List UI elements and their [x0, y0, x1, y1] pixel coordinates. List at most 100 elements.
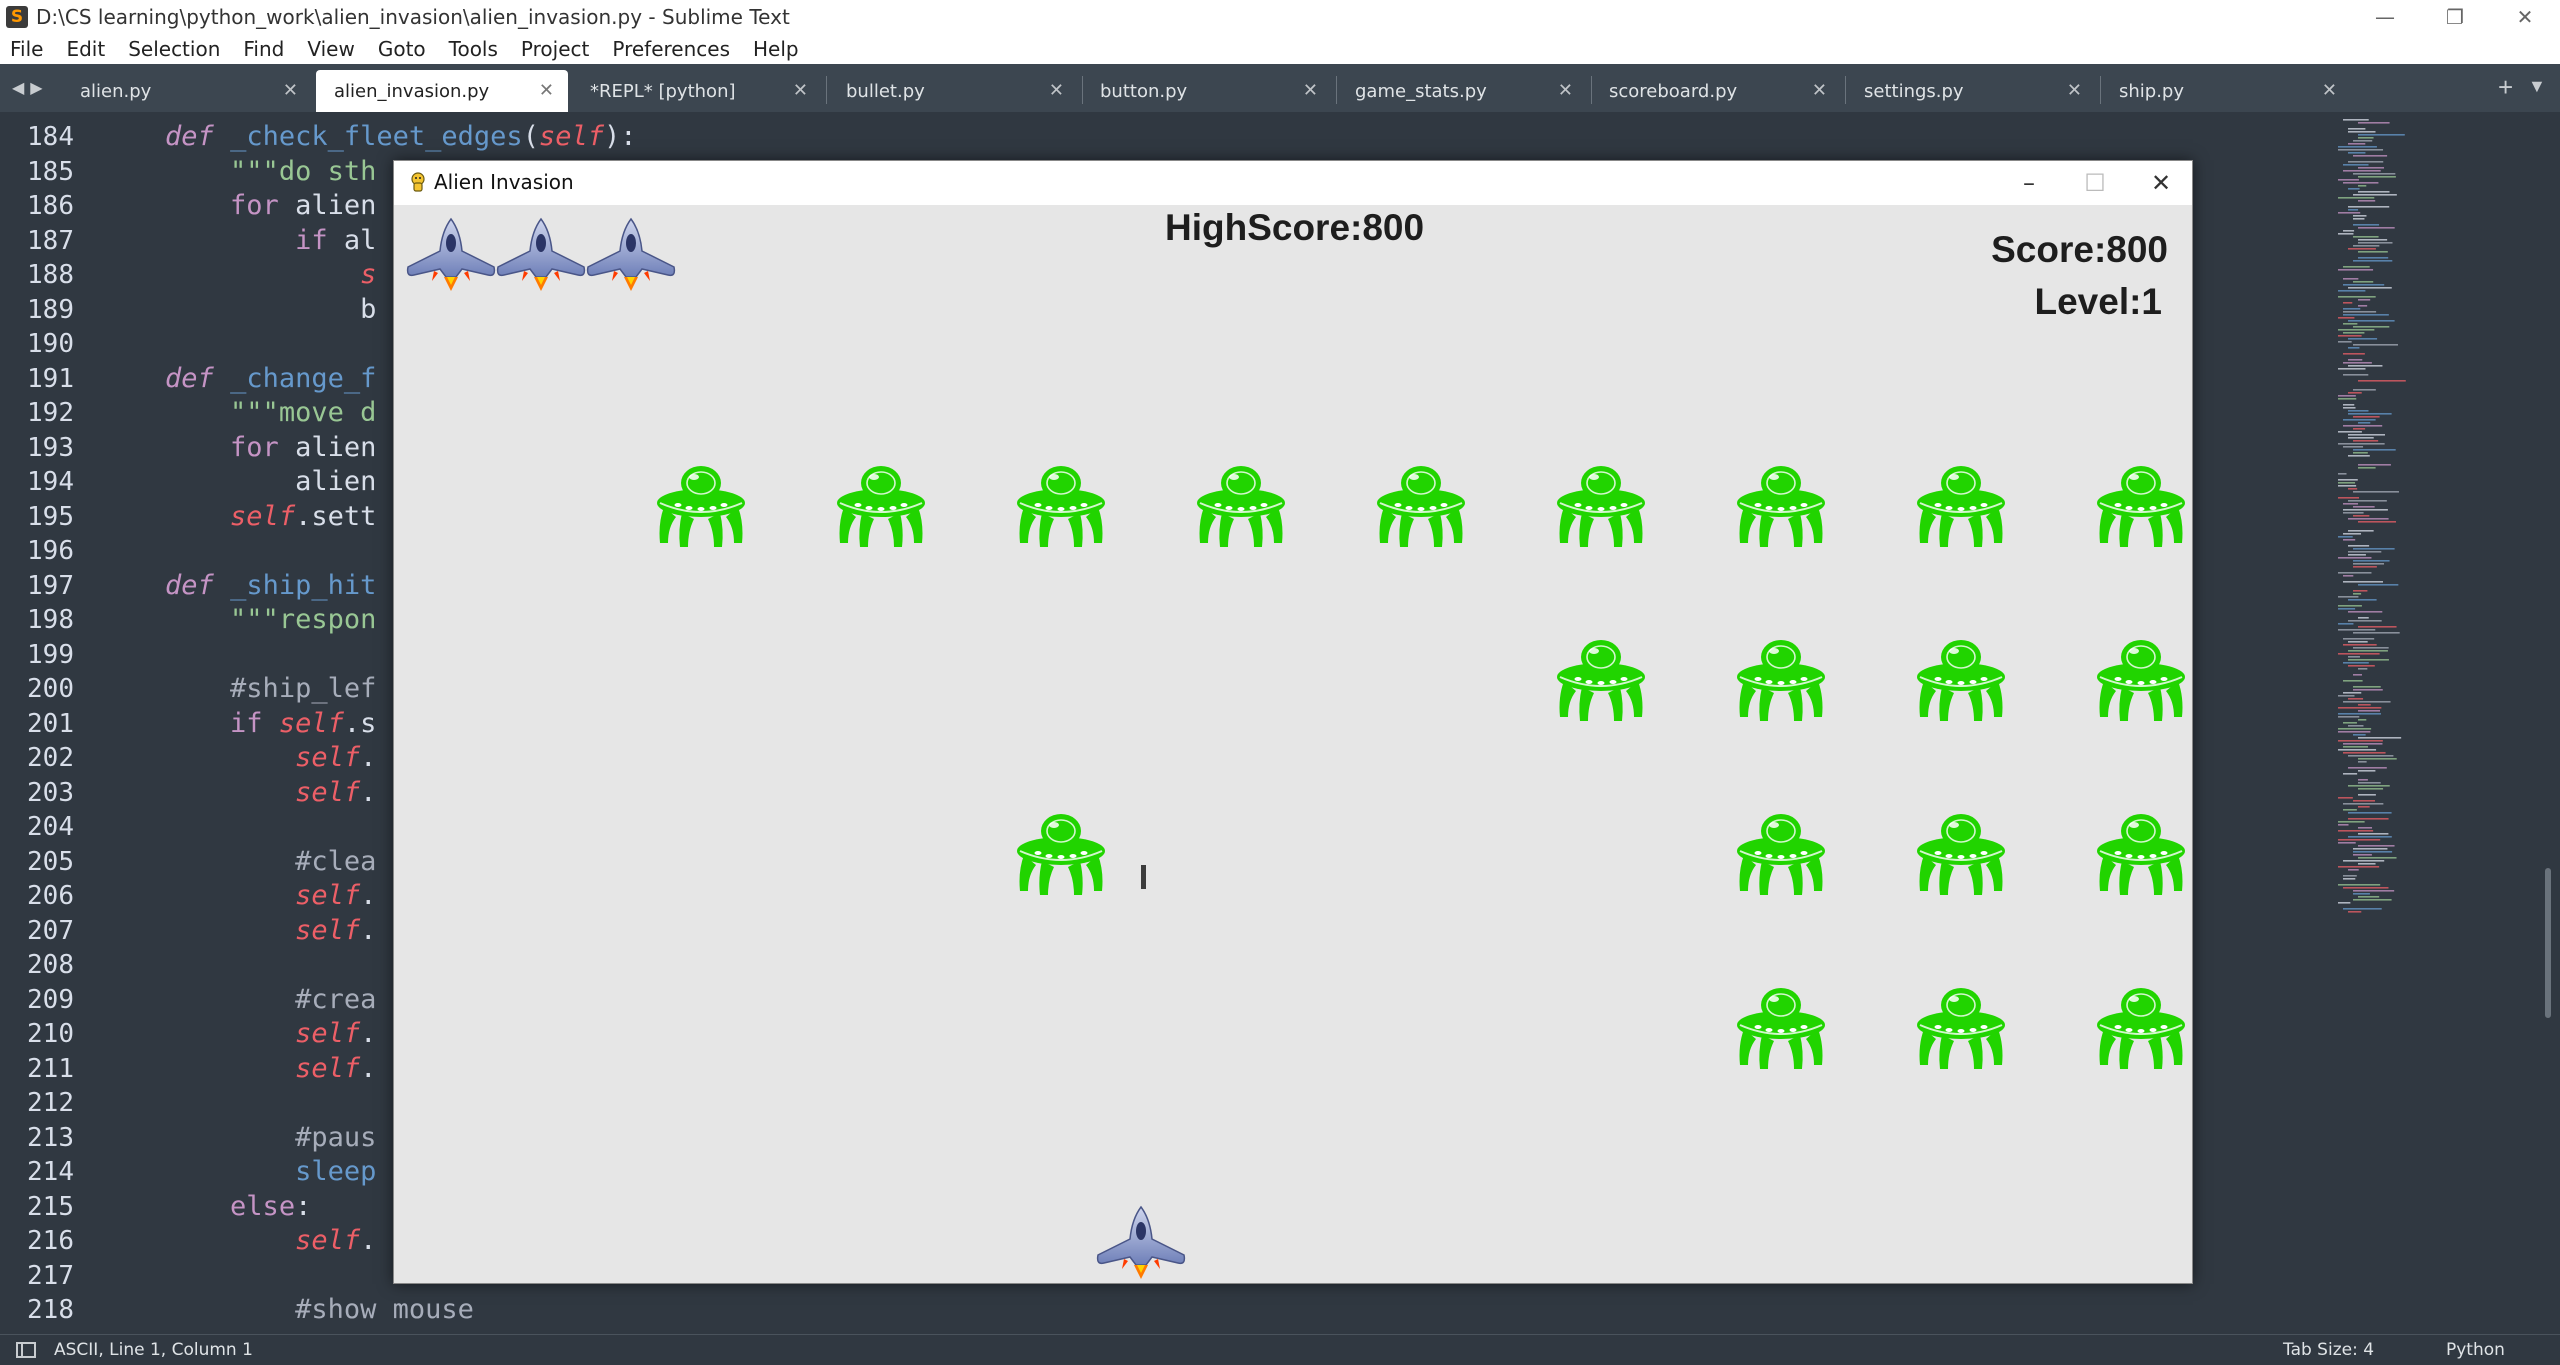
- window-titlebar: S D:\CS learning\python_work\alien_invas…: [0, 0, 2560, 34]
- alien-sprite: [1914, 809, 2008, 899]
- alien-sprite: [1914, 461, 2008, 551]
- game-close-button[interactable]: ✕: [2128, 161, 2194, 205]
- line-number: 209: [27, 984, 74, 1015]
- line-number: 203: [27, 777, 74, 808]
- game-titlebar: Alien Invasion – ☐ ✕: [394, 161, 2192, 205]
- level: Level:1: [2034, 281, 2162, 322]
- line-number: 195: [27, 501, 74, 532]
- tab-label: ship.py: [2119, 80, 2185, 102]
- syntax-mode[interactable]: Python: [2446, 1340, 2505, 1360]
- alien-sprite: [1554, 461, 1648, 551]
- tab-scoreboard-py[interactable]: scoreboard.py ✕: [1591, 70, 1841, 112]
- alien-sprite: [1014, 461, 1108, 551]
- tab-alien-invasion-py[interactable]: alien_invasion.py ✕: [316, 70, 568, 112]
- score: Score:800: [1991, 229, 2168, 270]
- toggle-panel-icon[interactable]: [16, 1342, 36, 1358]
- line-number: 213: [27, 1122, 74, 1153]
- game-minimize-button[interactable]: –: [1996, 161, 2062, 205]
- tab-close-icon[interactable]: ✕: [283, 80, 298, 101]
- alien-sprite: [2094, 809, 2188, 899]
- menu-project[interactable]: Project: [521, 37, 589, 61]
- line-number: 185: [27, 156, 74, 187]
- menu-goto[interactable]: Goto: [378, 37, 426, 61]
- alien-sprite: [654, 461, 748, 551]
- alien-sprite: [834, 461, 928, 551]
- line-number: 198: [27, 605, 74, 635]
- line-number: 194: [27, 467, 74, 497]
- tab-settings-py[interactable]: settings.py ✕: [1846, 70, 2096, 112]
- alien-sprite: [2094, 983, 2188, 1073]
- tab-close-icon[interactable]: ✕: [1049, 80, 1064, 101]
- menu-help[interactable]: Help: [753, 37, 799, 61]
- line-number: 208: [27, 950, 74, 980]
- menu-preferences[interactable]: Preferences: [612, 37, 730, 61]
- line-number: 215: [27, 1191, 74, 1222]
- tab-size[interactable]: Tab Size: 4: [2283, 1340, 2374, 1360]
- tab-menu-chevron-icon[interactable]: ▼: [2528, 76, 2546, 97]
- tab-game-stats-py[interactable]: game_stats.py ✕: [1337, 70, 1587, 112]
- menu-file[interactable]: File: [10, 37, 43, 61]
- minimize-button[interactable]: —: [2350, 0, 2420, 34]
- line-number: 202: [27, 743, 74, 773]
- game-window[interactable]: Alien Invasion – ☐ ✕ HighScore:800 Score…: [393, 160, 2193, 1284]
- new-tab-plus-icon[interactable]: +: [2498, 72, 2513, 103]
- tab-button-py[interactable]: button.py ✕: [1082, 70, 1332, 112]
- line-number: 205: [27, 846, 74, 877]
- tab-label: alien_invasion.py: [334, 80, 490, 102]
- tab-close-icon[interactable]: ✕: [1558, 80, 1573, 101]
- menu-view[interactable]: View: [307, 37, 354, 61]
- cursor-position[interactable]: ASCII, Line 1, Column 1: [54, 1340, 253, 1360]
- alien-sprite: [1734, 809, 1828, 899]
- alien-sprite: [1734, 635, 1828, 725]
- tab-close-icon[interactable]: ✕: [2067, 80, 2082, 101]
- vertical-scrollbar[interactable]: [2545, 868, 2551, 1018]
- tab-close-icon[interactable]: ✕: [1303, 80, 1318, 101]
- game-title: Alien Invasion: [434, 170, 574, 194]
- menu-selection[interactable]: Selection: [128, 37, 220, 61]
- close-button[interactable]: ✕: [2490, 0, 2560, 34]
- line-number: 207: [27, 915, 74, 946]
- tab-alien-py[interactable]: alien.py ✕: [62, 70, 312, 112]
- alien-sprite: [1014, 809, 1108, 899]
- line-number: 217: [27, 1260, 74, 1291]
- tab-separator: [826, 76, 827, 104]
- line-number: 187: [27, 225, 74, 256]
- tab-nav-arrows-icon[interactable]: ◀▶: [12, 78, 49, 98]
- line-number-gutter: 184 185 186 187 188 189 190 191 192 193 194 195 196 1…: [0, 120, 80, 1328]
- tab-bar: ◀▶ alien.py ✕ alien_invasion.py ✕ *REPL*…: [0, 64, 2560, 112]
- tab-bullet-py[interactable]: bullet.py ✕: [828, 70, 1078, 112]
- tab-label: bullet.py: [846, 80, 925, 102]
- tab-close-icon[interactable]: ✕: [2322, 80, 2337, 101]
- window-title: D:\CS learning\python_work\alien_invasio…: [36, 5, 790, 29]
- line-number: 189: [27, 294, 74, 325]
- line-number: 212: [27, 1088, 74, 1118]
- alien-sprite: [1194, 461, 1288, 551]
- tab-close-icon[interactable]: ✕: [1812, 80, 1827, 101]
- menu-bar: File Edit Selection Find View Goto Tools…: [0, 34, 2560, 64]
- menu-tools[interactable]: Tools: [449, 37, 498, 61]
- line-number: 192: [27, 398, 74, 428]
- tab-label: alien.py: [80, 80, 152, 102]
- line-number: 199: [27, 639, 74, 670]
- minimap[interactable]: [2330, 112, 2560, 1334]
- life-ship-icon: [584, 217, 678, 293]
- alien-sprite: [1914, 635, 2008, 725]
- line-number: 196: [27, 536, 74, 566]
- alien-sprite: [1734, 461, 1828, 551]
- alien-sprite: [1914, 983, 2008, 1073]
- menu-edit[interactable]: Edit: [66, 37, 105, 61]
- tab-ship-py[interactable]: ship.py ✕: [2101, 70, 2351, 112]
- game-maximize-button[interactable]: ☐: [2062, 161, 2128, 205]
- line-number: 214: [27, 1157, 74, 1187]
- game-canvas[interactable]: HighScore:800 Score:800 Level:1: [394, 205, 2192, 1283]
- tab-repl-python[interactable]: *REPL* [python] ✕: [572, 70, 822, 112]
- line-number: 193: [27, 432, 74, 463]
- sublime-logo-icon: S: [6, 6, 28, 28]
- tab-close-icon[interactable]: ✕: [793, 80, 808, 101]
- tab-label: game_stats.py: [1355, 80, 1487, 102]
- high-score: HighScore:800: [1165, 207, 1425, 248]
- tab-close-icon[interactable]: ✕: [539, 80, 554, 101]
- menu-find[interactable]: Find: [243, 37, 284, 61]
- restore-button[interactable]: ❐: [2420, 0, 2490, 34]
- alien-sprite: [1734, 983, 1828, 1073]
